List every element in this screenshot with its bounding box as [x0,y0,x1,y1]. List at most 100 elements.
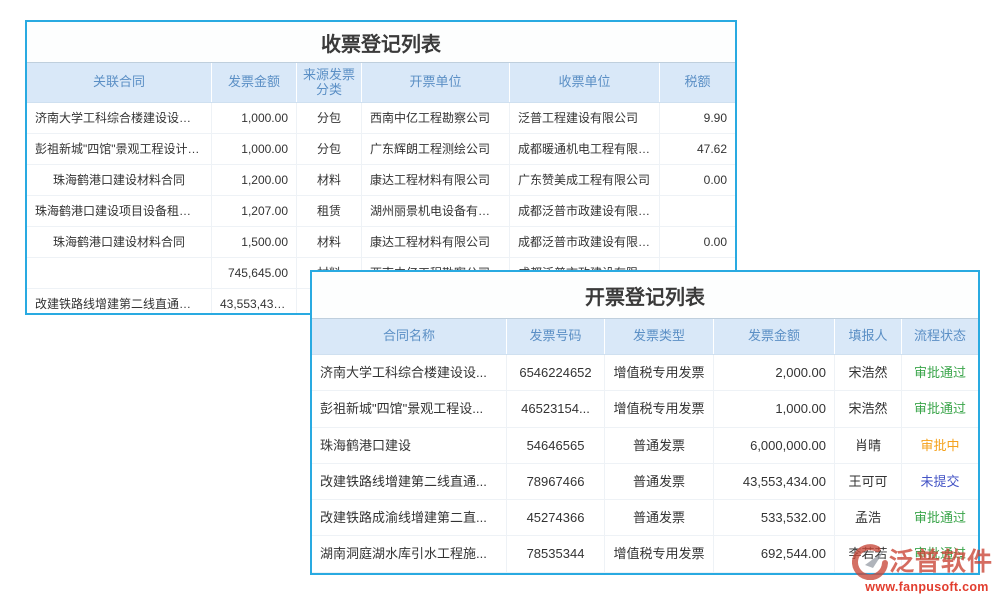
invoice-amount-cell: 1,207.00 [212,196,297,226]
column-header-invoice-amount: 发票金额 [212,63,297,102]
receiver-unit-link[interactable]: 成都暖通机电工程有限公司 [510,134,660,164]
flow-status-badge[interactable]: 审批通过 [902,391,978,426]
watermark-url-text: www.fanpusoft.com [852,581,1000,594]
filler-name-link[interactable]: 孟浩 [835,500,902,535]
invoice-number-link[interactable]: 46523154... [507,391,605,426]
column-header-flow-status: 流程状态 [902,319,978,354]
issuer-unit-link[interactable]: 湖州丽景机电设备有限公司 [362,196,510,226]
column-header-contract-name: 合同名称 [312,319,507,354]
tax-amount-cell [660,196,735,226]
filler-name-link[interactable]: 肖晴 [835,428,902,463]
invoice-table-row[interactable]: 彭祖新城"四馆"景观工程设... 46523154... 增值税专用发票 1,0… [312,391,978,427]
invoice-type-cell: 增值税专用发票 [605,536,714,571]
related-contract-cell: 彭祖新城"四馆"景观工程设计项目... [27,134,212,164]
issuer-unit-link[interactable]: 广东辉朗工程测绘公司 [362,134,510,164]
column-header-issuer-unit: 开票单位 [362,63,510,102]
tax-amount-cell: 0.00 [660,165,735,195]
contract-name-link[interactable]: 湖南洞庭湖水库引水工程施... [312,536,507,571]
receiver-unit-link[interactable]: 广东赞美成工程有限公司 [510,165,660,195]
column-header-invoice-number: 发票号码 [507,319,605,354]
invoice-amount-cell: 2,000.00 [714,355,835,390]
invoice-table-header: 合同名称 发票号码 发票类型 发票金额 填报人 流程状态 [312,318,978,355]
contract-name-link[interactable]: 彭祖新城"四馆"景观工程设... [312,391,507,426]
filler-name-link[interactable]: 王可可 [835,464,902,499]
contract-name-link[interactable]: 改建铁路成渝线增建第二直... [312,500,507,535]
column-header-tax: 税额 [660,63,735,102]
issuer-unit-link[interactable]: 康达工程材料有限公司 [362,165,510,195]
invoice-number-link[interactable]: 54646565 [507,428,605,463]
related-contract-cell [27,258,212,288]
receiver-unit-link[interactable]: 泛普工程建设有限公司 [510,103,660,133]
column-header-filler: 填报人 [835,319,902,354]
receipt-table-row[interactable]: 彭祖新城"四馆"景观工程设计项目... 1,000.00 分包 广东辉朗工程测绘… [27,134,735,165]
invoice-amount-cell: 692,544.00 [714,536,835,571]
issuer-unit-link[interactable]: 康达工程材料有限公司 [362,227,510,257]
invoice-table-row[interactable]: 珠海鹤港口建设 54646565 普通发票 6,000,000.00 肖晴 审批… [312,428,978,464]
tax-amount-cell: 9.90 [660,103,735,133]
source-category-cell: 材料 [297,227,362,257]
fanpu-watermark: 泛普软件 www.fanpusoft.com [852,544,1000,594]
invoice-table-title: 开票登记列表 [312,272,978,318]
tax-amount-cell: 47.62 [660,134,735,164]
invoice-amount-cell: 1,000.00 [212,103,297,133]
invoice-amount-cell: 533,532.00 [714,500,835,535]
invoice-amount-cell: 1,200.00 [212,165,297,195]
related-contract-cell: 珠海鹤港口建设材料合同 [27,227,212,257]
flow-status-badge[interactable]: 审批通过 [902,355,978,390]
invoice-number-link[interactable]: 45274366 [507,500,605,535]
related-contract-cell: 珠海鹤港口建设项目设备租赁合同 [27,196,212,226]
filler-name-link[interactable]: 宋浩然 [835,391,902,426]
related-contract-cell: 改建铁路线增建第二线直通线（成... [27,289,212,315]
column-header-source-category: 来源发票分类 [297,63,362,102]
source-category-cell: 分包 [297,134,362,164]
invoice-table-row[interactable]: 改建铁路成渝线增建第二直... 45274366 普通发票 533,532.00… [312,500,978,536]
related-contract-cell: 济南大学工科综合楼建设设计项目... [27,103,212,133]
fanpu-logo-icon [852,544,888,580]
contract-name-link[interactable]: 改建铁路线增建第二线直通... [312,464,507,499]
filler-name-link[interactable]: 宋浩然 [835,355,902,390]
invoice-table-row[interactable]: 改建铁路线增建第二线直通... 78967466 普通发票 43,553,434… [312,464,978,500]
contract-name-link[interactable]: 珠海鹤港口建设 [312,428,507,463]
invoice-type-cell: 增值税专用发票 [605,355,714,390]
receipt-table-row[interactable]: 济南大学工科综合楼建设设计项目... 1,000.00 分包 西南中亿工程勘察公… [27,103,735,134]
source-category-cell: 租赁 [297,196,362,226]
invoice-registration-table: 开票登记列表 合同名称 发票号码 发票类型 发票金额 填报人 流程状态 济南大学… [310,270,980,575]
receipt-table-title: 收票登记列表 [27,22,735,62]
column-header-related-contract: 关联合同 [27,63,212,102]
source-category-cell: 分包 [297,103,362,133]
invoice-number-link[interactable]: 78967466 [507,464,605,499]
related-contract-cell: 珠海鹤港口建设材料合同 [27,165,212,195]
invoice-amount-cell: 745,645.00 [212,258,297,288]
invoice-table-row[interactable]: 济南大学工科综合楼建设设... 6546224652 增值税专用发票 2,000… [312,355,978,391]
flow-status-badge[interactable]: 未提交 [902,464,978,499]
column-header-invoice-type: 发票类型 [605,319,714,354]
receipt-table-row[interactable]: 珠海鹤港口建设材料合同 1,200.00 材料 康达工程材料有限公司 广东赞美成… [27,165,735,196]
contract-name-link[interactable]: 济南大学工科综合楼建设设... [312,355,507,390]
invoice-type-cell: 普通发票 [605,500,714,535]
invoice-amount-cell: 43,553,434.00 [714,464,835,499]
receipt-table-row[interactable]: 珠海鹤港口建设项目设备租赁合同 1,207.00 租赁 湖州丽景机电设备有限公司… [27,196,735,227]
source-category-cell: 材料 [297,165,362,195]
receipt-table-row[interactable]: 珠海鹤港口建设材料合同 1,500.00 材料 康达工程材料有限公司 成都泛普市… [27,227,735,258]
invoice-type-cell: 增值税专用发票 [605,391,714,426]
receiver-unit-link[interactable]: 成都泛普市政建设有限公司 [510,196,660,226]
watermark-brand-text: 泛普软件 [889,550,993,575]
column-header-receiver-unit: 收票单位 [510,63,660,102]
invoice-type-cell: 普通发票 [605,464,714,499]
invoice-amount-cell: 1,000.00 [714,391,835,426]
invoice-amount-cell: 6,000,000.00 [714,428,835,463]
invoice-amount-cell: 43,553,434.00 [212,289,297,315]
flow-status-badge[interactable]: 审批中 [902,428,978,463]
receiver-unit-link[interactable]: 成都泛普市政建设有限公司 [510,227,660,257]
flow-status-badge[interactable]: 审批通过 [902,500,978,535]
invoice-amount-cell: 1,000.00 [212,134,297,164]
column-header-invoice-amount: 发票金额 [714,319,835,354]
receipt-table-header: 关联合同 发票金额 来源发票分类 开票单位 收票单位 税额 [27,62,735,103]
issuer-unit-link[interactable]: 西南中亿工程勘察公司 [362,103,510,133]
invoice-table-body: 济南大学工科综合楼建设设... 6546224652 增值税专用发票 2,000… [312,355,978,573]
tax-amount-cell: 0.00 [660,227,735,257]
invoice-number-link[interactable]: 6546224652 [507,355,605,390]
invoice-type-cell: 普通发票 [605,428,714,463]
invoice-amount-cell: 1,500.00 [212,227,297,257]
invoice-number-link[interactable]: 78535344 [507,536,605,571]
